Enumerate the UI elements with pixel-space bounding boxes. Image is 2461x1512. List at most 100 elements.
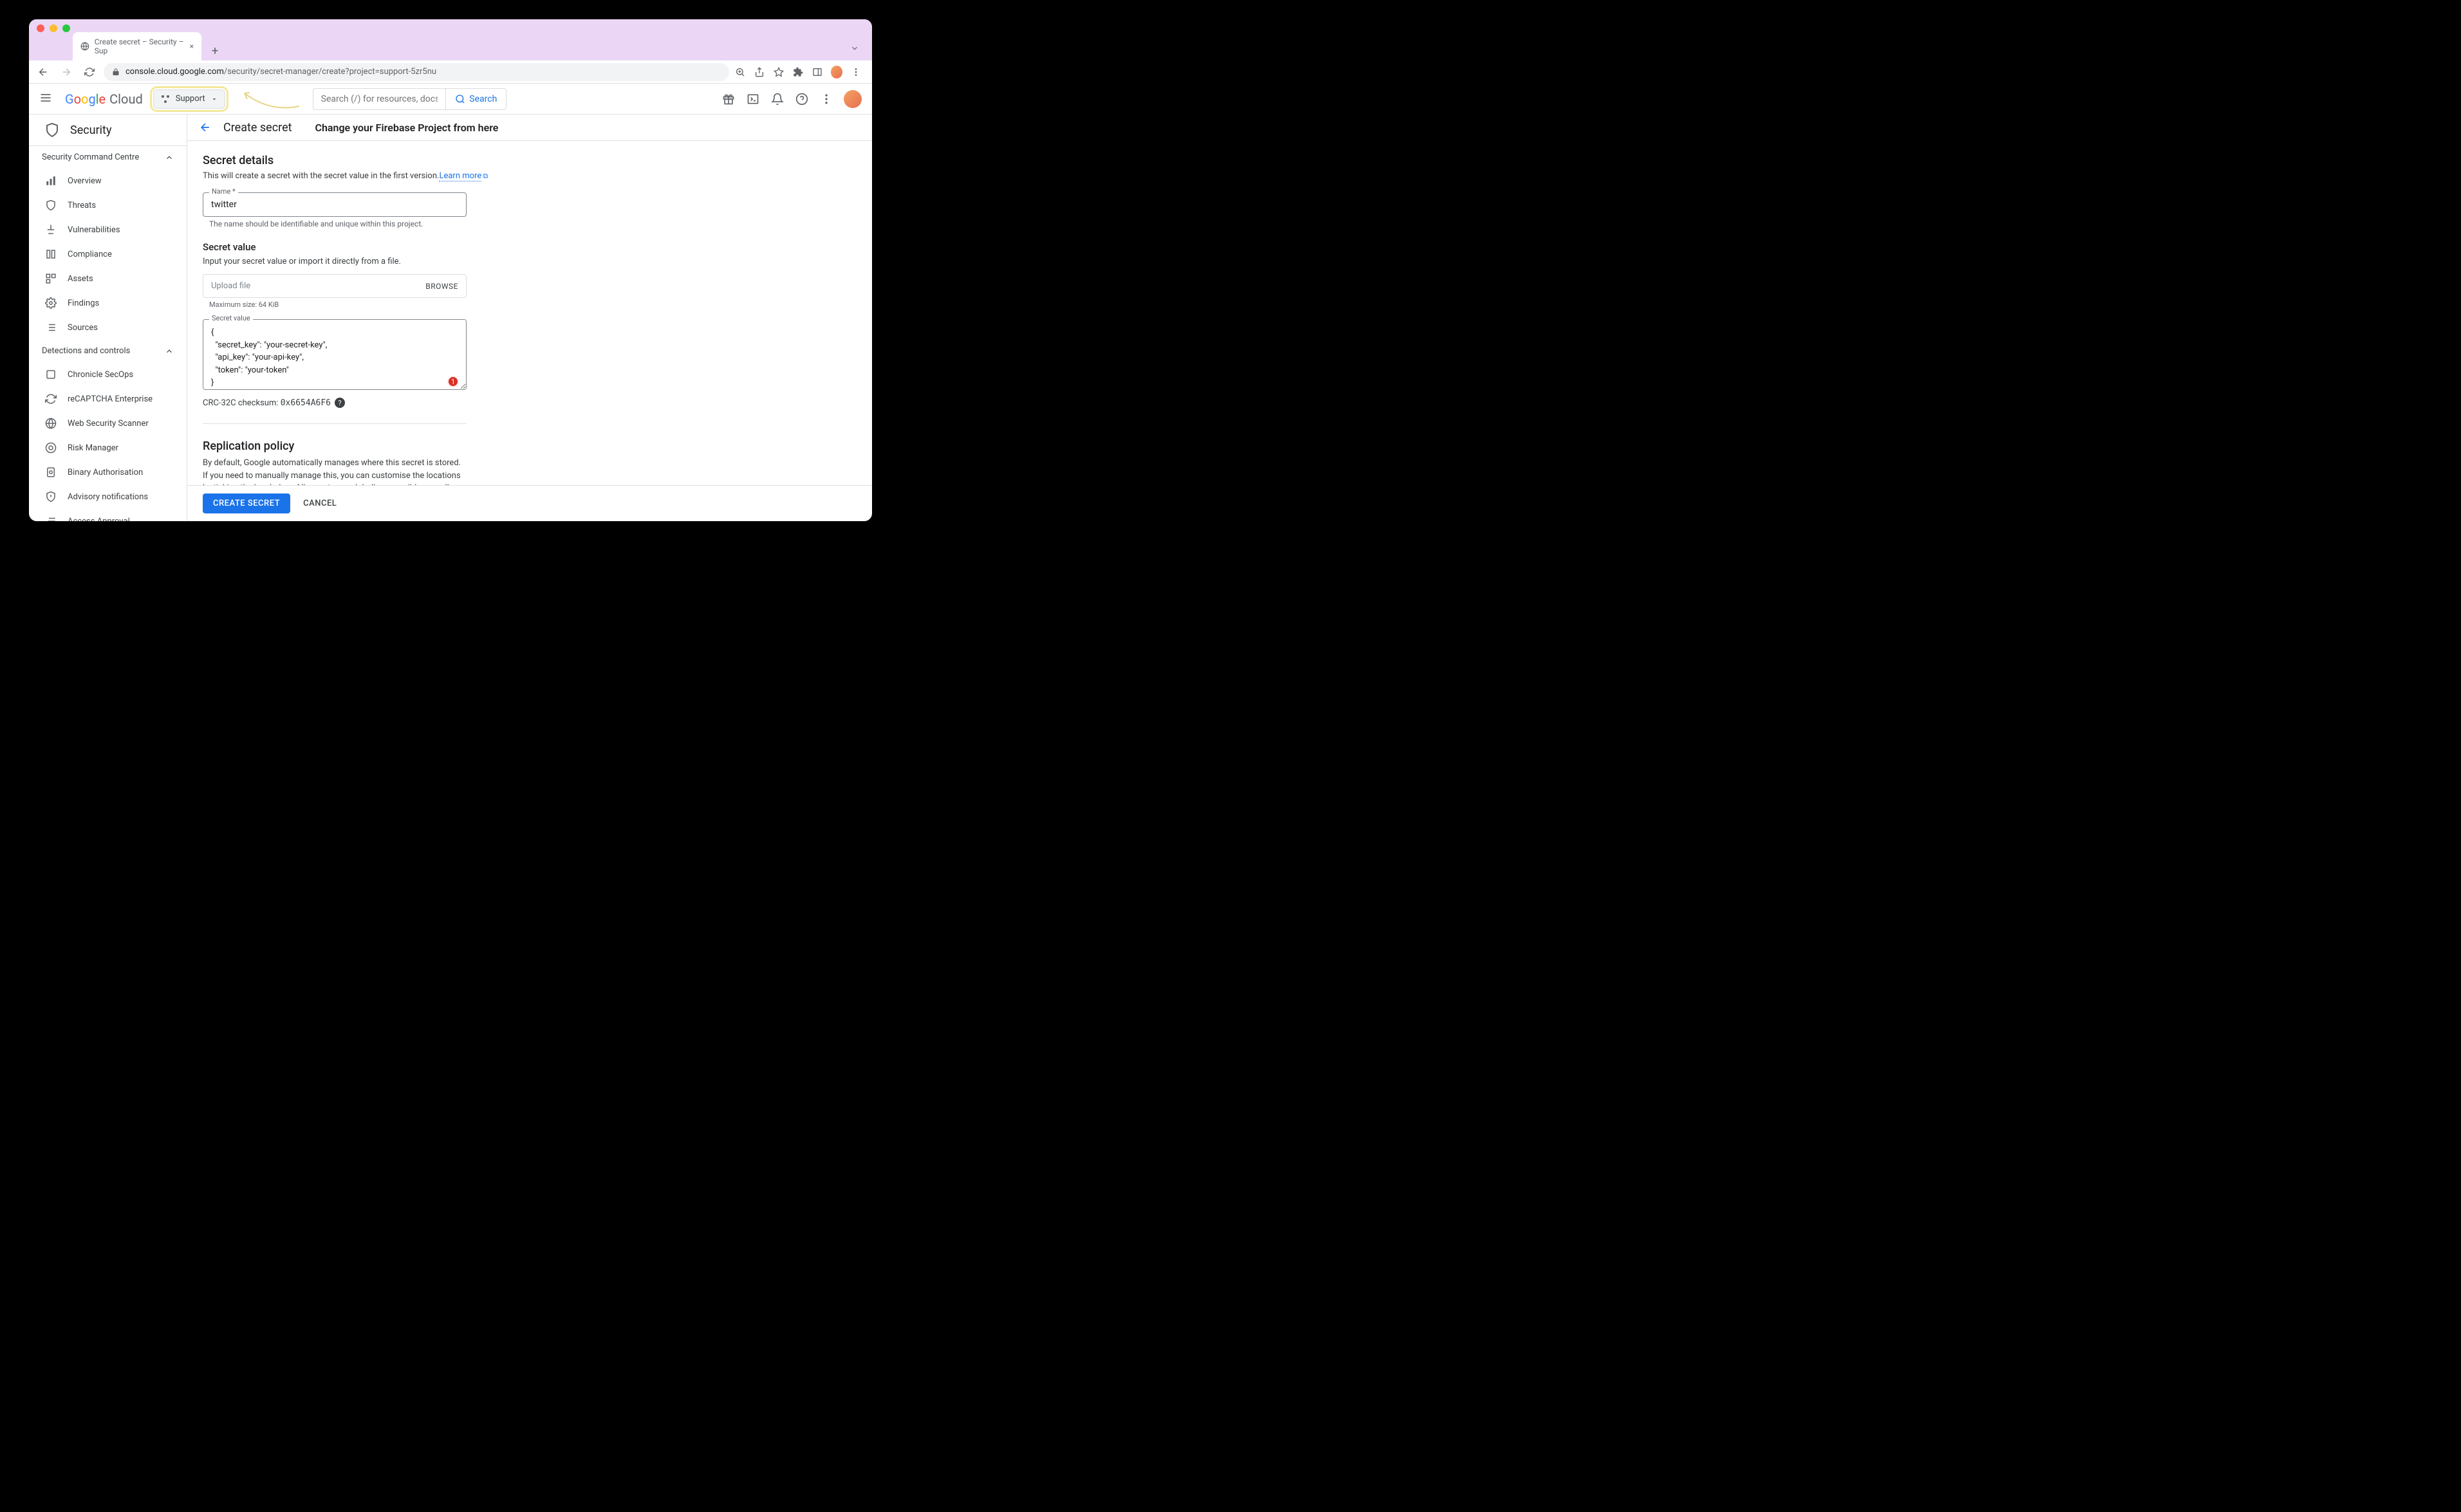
sources-icon: [44, 321, 57, 334]
maximize-window[interactable]: [62, 24, 70, 32]
checksum: CRC-32C checksum: 0x6654A6F6 ?: [203, 398, 857, 408]
tab-overflow-icon[interactable]: [842, 38, 867, 60]
details-heading: Secret details: [203, 154, 857, 167]
tab-title: Create secret – Security – Sup: [95, 37, 185, 55]
nav-access[interactable]: Access Approval: [29, 509, 187, 521]
vulnerabilities-icon: [44, 223, 57, 236]
sidebar: Security Security Command Centre Overvie…: [29, 115, 187, 521]
nav-vulnerabilities[interactable]: Vulnerabilities: [29, 217, 187, 242]
project-icon: [160, 94, 171, 104]
nav-threats[interactable]: Threats: [29, 193, 187, 217]
zoom-icon[interactable]: [734, 66, 746, 78]
secret-value-textarea[interactable]: [203, 319, 467, 390]
browser-tab[interactable]: Create secret – Security – Sup ×: [73, 32, 201, 60]
browse-button[interactable]: BROWSE: [425, 282, 458, 291]
section-dc-label: Detections and controls: [42, 346, 130, 356]
extensions-icon[interactable]: [792, 66, 804, 78]
section-scc[interactable]: Security Command Centre: [29, 146, 187, 169]
close-tab-icon[interactable]: ×: [190, 42, 194, 51]
nav-compliance-label: Compliance: [68, 250, 112, 259]
gcp-header: Google Cloud Support Search: [29, 84, 872, 115]
name-label: Name *: [209, 187, 238, 196]
dropdown-icon: [210, 95, 218, 103]
nav-advisory[interactable]: Advisory notifications: [29, 484, 187, 509]
value-heading: Secret value: [203, 241, 857, 253]
chronicle-icon: [44, 368, 57, 381]
binauth-icon: [44, 466, 57, 479]
notifications-icon[interactable]: [770, 92, 785, 106]
body: Security Security Command Centre Overvie…: [29, 115, 872, 521]
shield-icon: [44, 122, 60, 138]
new-tab-button[interactable]: +: [207, 42, 223, 60]
lock-icon: [111, 68, 120, 76]
nav-threats-label: Threats: [68, 201, 96, 210]
threats-icon: [44, 199, 57, 212]
nav-binauth[interactable]: Binary Authorisation: [29, 460, 187, 484]
back-button[interactable]: [34, 63, 52, 81]
error-badge[interactable]: 1: [447, 376, 459, 387]
search-input[interactable]: [313, 88, 446, 110]
cloud-text: Cloud: [109, 91, 143, 107]
checksum-help-icon[interactable]: ?: [335, 398, 345, 408]
hamburger-icon[interactable]: [39, 91, 55, 107]
bookmark-icon[interactable]: [773, 66, 785, 78]
user-avatar[interactable]: [844, 90, 862, 108]
learn-more-link[interactable]: Learn more: [439, 171, 481, 181]
cloud-shell-icon[interactable]: [746, 92, 760, 106]
findings-icon: [44, 297, 57, 309]
risk-icon: [44, 441, 57, 454]
create-secret-button[interactable]: CREATE SECRET: [203, 493, 290, 513]
help-icon[interactable]: [795, 92, 809, 106]
nav-assets[interactable]: Assets: [29, 266, 187, 291]
nav-access-label: Access Approval: [68, 517, 130, 522]
nav-scanner[interactable]: Web Security Scanner: [29, 411, 187, 436]
nav-overview-label: Overview: [68, 176, 102, 186]
header-icons: [721, 90, 862, 108]
nav-findings-label: Findings: [68, 299, 99, 308]
content: Secret details This will create a secret…: [187, 141, 872, 485]
upload-box[interactable]: Upload file BROWSE: [203, 274, 467, 298]
browser-menu-icon[interactable]: [850, 66, 862, 78]
profile-avatar-small[interactable]: [831, 66, 842, 78]
nav-risk-label: Risk Manager: [68, 443, 118, 453]
nav-overview[interactable]: Overview: [29, 169, 187, 193]
advisory-icon: [44, 490, 57, 503]
project-name: Support: [176, 94, 205, 104]
action-bar: CREATE SECRET CANCEL: [187, 485, 872, 521]
url-input[interactable]: console.cloud.google.com/security/secret…: [104, 63, 729, 81]
external-link-icon: ⧉: [483, 172, 488, 180]
nav-recaptcha[interactable]: reCAPTCHA Enterprise: [29, 387, 187, 411]
back-arrow[interactable]: [198, 120, 213, 135]
nav-compliance[interactable]: Compliance: [29, 242, 187, 266]
search-button[interactable]: Search: [445, 88, 506, 110]
nav-risk[interactable]: Risk Manager: [29, 436, 187, 460]
project-picker[interactable]: Support: [153, 89, 225, 109]
chevron-up-icon: [165, 153, 174, 162]
nav-advisory-label: Advisory notifications: [68, 492, 148, 502]
panel-icon[interactable]: [812, 66, 823, 78]
nav-findings[interactable]: Findings: [29, 291, 187, 315]
section-dc[interactable]: Detections and controls: [29, 340, 187, 362]
forward-button[interactable]: [57, 63, 75, 81]
minimize-window[interactable]: [50, 24, 57, 32]
nav-vulnerabilities-label: Vulnerabilities: [68, 225, 120, 235]
more-icon[interactable]: [819, 92, 833, 106]
compliance-icon: [44, 248, 57, 261]
main: Create secret Change your Firebase Proje…: [187, 115, 872, 521]
overview-icon: [44, 174, 57, 187]
cancel-button[interactable]: CANCEL: [303, 499, 337, 508]
nav-sources[interactable]: Sources: [29, 315, 187, 340]
nav-chronicle[interactable]: Chronicle SecOps: [29, 362, 187, 387]
browser-window: Create secret – Security – Sup × + conso…: [29, 19, 872, 521]
gift-icon[interactable]: [721, 92, 736, 106]
close-window[interactable]: [37, 24, 44, 32]
gcp-logo[interactable]: Google Cloud: [65, 91, 143, 107]
url-path: /security/secret-manager/create?project=…: [224, 67, 436, 77]
sidebar-header: Security: [29, 115, 187, 146]
recaptcha-icon: [44, 392, 57, 405]
reload-button[interactable]: [80, 63, 98, 81]
traffic-lights: [37, 24, 70, 32]
share-icon[interactable]: [754, 66, 765, 78]
name-input[interactable]: [203, 192, 467, 217]
nav-binauth-label: Binary Authorisation: [68, 468, 143, 477]
